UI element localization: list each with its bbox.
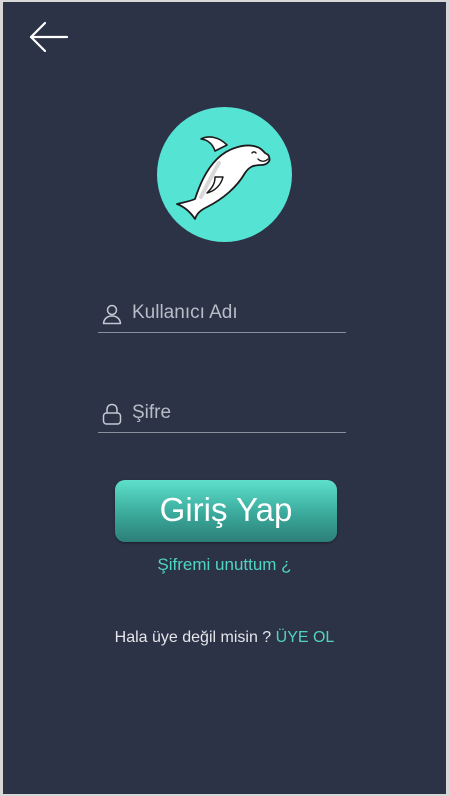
password-field[interactable] <box>98 398 346 433</box>
forgot-password-link[interactable]: Şifremi unuttum ¿ <box>3 555 446 575</box>
signup-prompt-text: Hala üye değil misin ? <box>114 629 272 646</box>
username-field[interactable] <box>98 298 346 333</box>
back-button[interactable] <box>25 18 73 58</box>
login-screen: Giriş Yap Şifremi unuttum ¿ Hala üye değ… <box>3 2 446 794</box>
signup-prompt: Hala üye değil misin ? ÜYE OL <box>3 629 446 647</box>
user-icon <box>102 304 122 325</box>
login-button[interactable]: Giriş Yap <box>115 480 337 542</box>
arrow-left-icon <box>29 21 69 53</box>
password-input[interactable] <box>132 398 342 428</box>
lock-icon <box>102 403 122 425</box>
app-logo <box>157 107 292 242</box>
dolphin-icon <box>176 136 271 220</box>
signup-link[interactable]: ÜYE OL <box>276 629 335 646</box>
username-input[interactable] <box>132 298 342 328</box>
